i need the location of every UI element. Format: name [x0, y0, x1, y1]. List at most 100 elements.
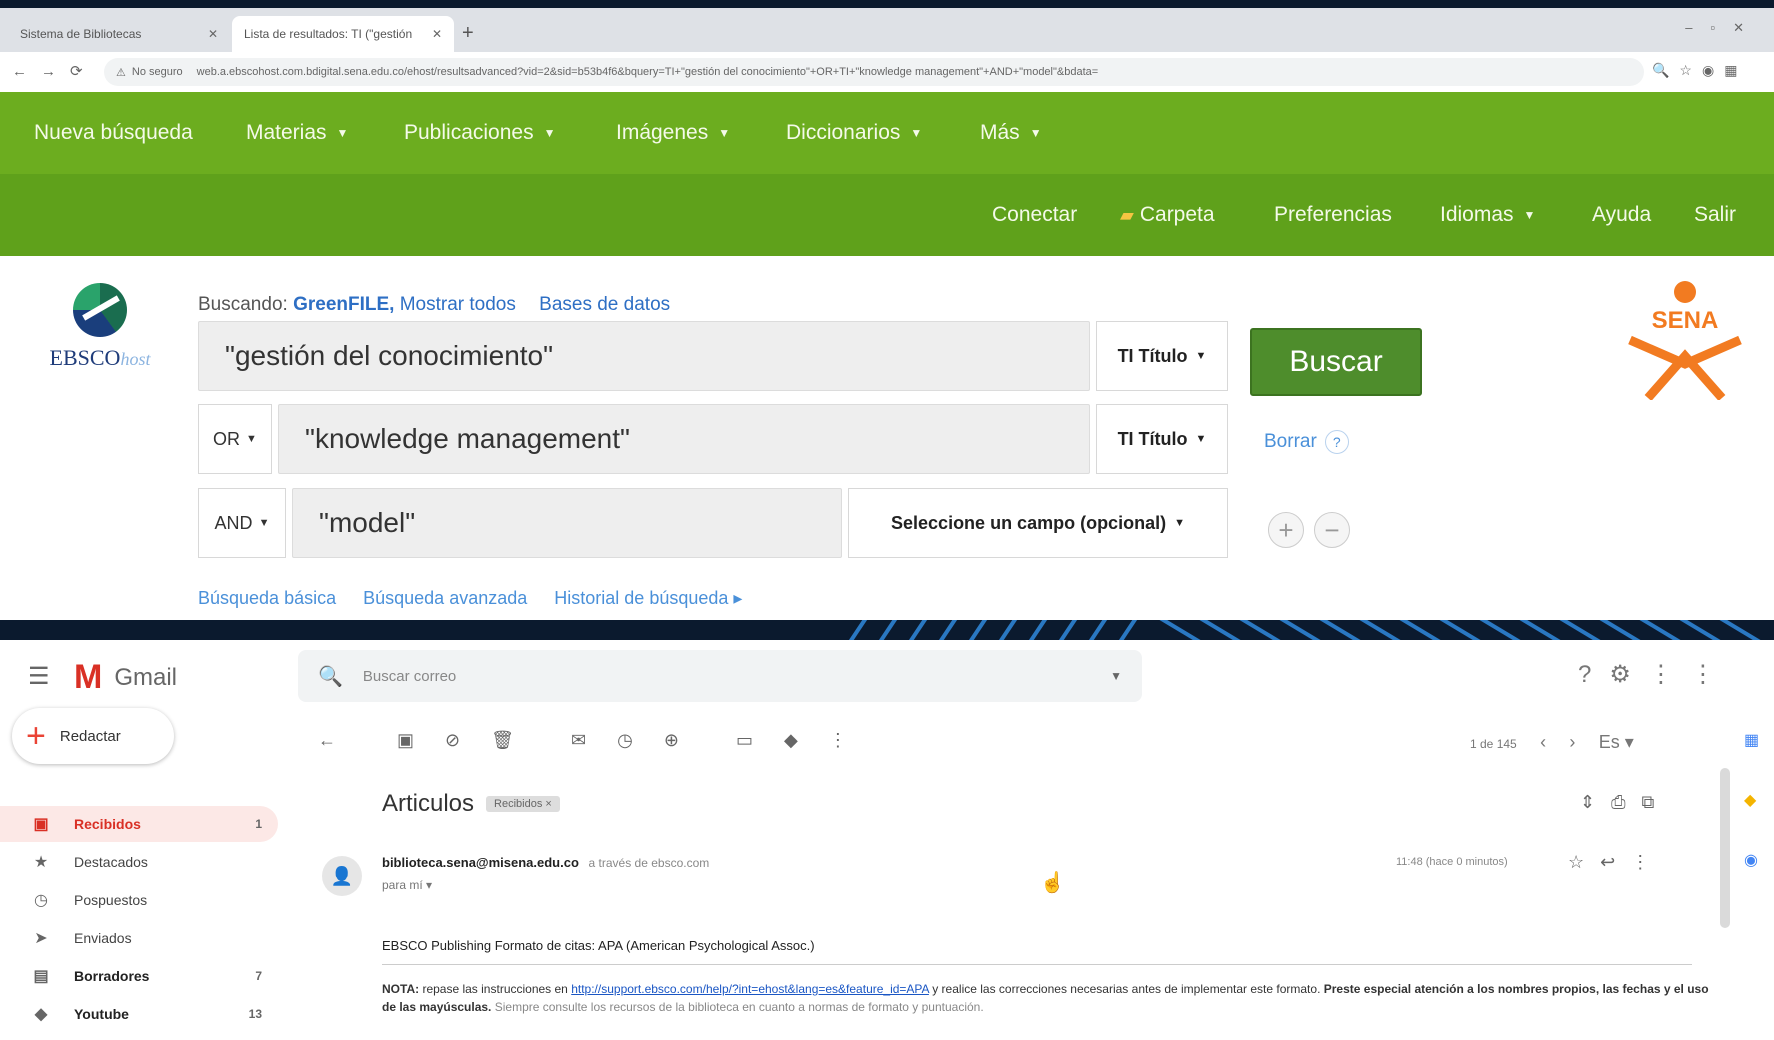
- field-select-2[interactable]: TI Título ▼: [1096, 404, 1228, 474]
- clear-link[interactable]: Borrar?: [1264, 430, 1349, 454]
- clear-label: Borrar: [1264, 431, 1317, 452]
- caret-down-icon: ▼: [1195, 433, 1207, 445]
- inbox-label-chip[interactable]: Recibidos ×: [486, 796, 560, 812]
- nav-label: Imágenes: [616, 121, 709, 144]
- pager: 1 de 145 ‹ › Es ▾: [1470, 732, 1634, 753]
- header-right-icons[interactable]: ?⚙⋮⋮: [1578, 660, 1733, 689]
- nav-carpeta[interactable]: ▰ Carpeta: [1120, 174, 1215, 256]
- nav-publicaciones[interactable]: Publicaciones ▼: [404, 92, 555, 174]
- gmail-logo[interactable]: M Gmail: [74, 658, 177, 697]
- extension-icons[interactable]: 🔍☆◉▦: [1652, 62, 1747, 79]
- compose-button[interactable]: + Redactar: [12, 708, 174, 764]
- spam-icon[interactable]: ⊘: [445, 730, 460, 750]
- nav-salir[interactable]: Salir: [1694, 174, 1736, 256]
- mark-unread-icon[interactable]: ✉: [571, 730, 586, 750]
- calendar-icon[interactable]: ▦: [1744, 730, 1774, 750]
- tab-lista-resultados[interactable]: Lista de resultados: TI ("gestión ✕: [232, 16, 454, 52]
- bool-label: AND: [214, 512, 253, 533]
- search-input-3[interactable]: "model": [292, 488, 842, 558]
- prev-icon[interactable]: ‹: [1540, 732, 1546, 752]
- field-select-1[interactable]: TI Título ▼: [1096, 321, 1228, 391]
- nav-diccionarios[interactable]: Diccionarios ▼: [786, 92, 922, 174]
- caret-down-icon: ▼: [1523, 208, 1536, 222]
- nav-recibidos[interactable]: ▣ Recibidos 1: [0, 806, 278, 842]
- nav-buttons[interactable]: ←→⟳: [12, 62, 97, 80]
- boolean-select-2[interactable]: OR ▼: [198, 404, 272, 474]
- keep-icon[interactable]: ◆: [1744, 790, 1774, 810]
- tab-bar: Sistema de Bibliotecas ✕ Lista de result…: [0, 8, 1774, 52]
- message-toolbar: ← ▣ ⊘ 🗑 ✉ ◷ ⊕ ▭ ◆ ⋮: [318, 730, 873, 751]
- remove-row-button[interactable]: −: [1314, 512, 1350, 548]
- nav-nueva-busqueda[interactable]: Nueva búsqueda: [34, 92, 193, 174]
- bool-label: OR: [213, 428, 241, 449]
- boolean-select-3[interactable]: AND ▼: [198, 488, 286, 558]
- scrollbar[interactable]: [1720, 768, 1730, 928]
- nav-label: Carpeta: [1139, 203, 1215, 226]
- basic-search-link[interactable]: Búsqueda básica: [198, 588, 336, 608]
- plus-icon: +: [26, 717, 46, 755]
- more-icon[interactable]: ⋮: [829, 730, 847, 750]
- nav-label: Más: [980, 121, 1020, 144]
- snooze-icon[interactable]: ◷: [617, 730, 633, 750]
- note-prefix: NOTA:: [382, 982, 420, 996]
- ebscohost-logo[interactable]: EBSCOhost: [30, 283, 170, 371]
- note-text: repase las instrucciones en: [419, 982, 572, 996]
- search-icon[interactable]: 🔍: [318, 664, 343, 689]
- add-row-button[interactable]: +: [1268, 512, 1304, 548]
- tasks-icon[interactable]: ◉: [1744, 850, 1774, 870]
- query-text: "model": [319, 507, 416, 538]
- searching-prefix: Buscando:: [198, 294, 288, 315]
- folder-icon: ▰: [1120, 204, 1134, 225]
- window-controls[interactable]: –▫✕: [1685, 20, 1762, 36]
- nav-conectar[interactable]: Conectar: [992, 174, 1077, 256]
- subject-actions[interactable]: ⇕⎙⧉: [1580, 792, 1670, 813]
- labels-icon[interactable]: ◆: [784, 730, 798, 750]
- nav-materias[interactable]: Materias ▼: [246, 92, 348, 174]
- nav-mas[interactable]: Más ▼: [980, 92, 1042, 174]
- caret-down-icon: ▼: [246, 433, 257, 445]
- nav-label: Pospuestos: [74, 892, 148, 908]
- nav-count: 13: [248, 1007, 262, 1021]
- recipient-toggle[interactable]: para mí ▾: [382, 878, 432, 892]
- databases-link[interactable]: Bases de datos: [539, 294, 670, 315]
- mail-search-input[interactable]: 🔍 Buscar correo ▼: [298, 650, 1142, 702]
- delete-icon[interactable]: 🗑: [491, 730, 514, 750]
- field-select-3[interactable]: Seleccione un campo (opcional) ▼: [848, 488, 1228, 558]
- divider: [382, 964, 1692, 965]
- nav-borradores[interactable]: ▤ Borradores 7: [0, 958, 278, 994]
- pager-text: 1 de 145: [1470, 737, 1517, 751]
- search-input-1[interactable]: "gestión del conocimiento": [198, 321, 1090, 391]
- next-icon[interactable]: ›: [1569, 732, 1575, 752]
- menu-icon[interactable]: ☰: [28, 662, 50, 691]
- database-link[interactable]: GreenFILE,: [293, 294, 394, 315]
- nav-imagenes[interactable]: Imágenes ▼: [616, 92, 730, 174]
- nav-ayuda[interactable]: Ayuda: [1592, 174, 1651, 256]
- search-history-link[interactable]: Historial de búsqueda ▸: [554, 588, 742, 608]
- url-input[interactable]: ⚠ No seguro web.a.ebscohost.com.bdigital…: [104, 58, 1644, 86]
- show-all-link[interactable]: Mostrar todos: [400, 294, 516, 315]
- tab-sistema-bibliotecas[interactable]: Sistema de Bibliotecas ✕: [8, 16, 230, 52]
- nav-pospuestos[interactable]: ◷ Pospuestos: [0, 882, 278, 918]
- help-link[interactable]: http://support.ebsco.com/help/?int=ehost…: [571, 982, 929, 996]
- new-tab-icon[interactable]: +: [462, 22, 474, 45]
- move-to-icon[interactable]: ▭: [736, 730, 753, 750]
- nav-idiomas[interactable]: Idiomas ▼: [1440, 174, 1535, 256]
- search-input-2[interactable]: "knowledge management": [278, 404, 1090, 474]
- nav-youtube[interactable]: ◆ Youtube 13: [0, 996, 278, 1032]
- close-icon[interactable]: ✕: [432, 27, 442, 41]
- advanced-search-link[interactable]: Búsqueda avanzada: [363, 588, 527, 608]
- help-icon[interactable]: ?: [1324, 430, 1349, 454]
- archive-icon[interactable]: ▣: [397, 730, 414, 750]
- message-actions[interactable]: ☆↩⋮: [1568, 852, 1665, 873]
- sender-line: biblioteca.sena@misena.edu.co a través d…: [382, 855, 709, 870]
- nav-enviados[interactable]: ➤ Enviados: [0, 920, 278, 956]
- dropdown-arrow-icon[interactable]: ▼: [1110, 669, 1122, 683]
- add-task-icon[interactable]: ⊕: [664, 730, 679, 750]
- close-icon[interactable]: ✕: [208, 27, 218, 41]
- language-icon[interactable]: Es ▾: [1599, 732, 1634, 752]
- decorative-band: [0, 620, 1774, 640]
- nav-destacados[interactable]: ★ Destacados: [0, 844, 278, 880]
- nav-preferencias[interactable]: Preferencias: [1274, 174, 1392, 256]
- back-icon[interactable]: ←: [318, 730, 336, 750]
- search-button[interactable]: Buscar: [1250, 328, 1422, 396]
